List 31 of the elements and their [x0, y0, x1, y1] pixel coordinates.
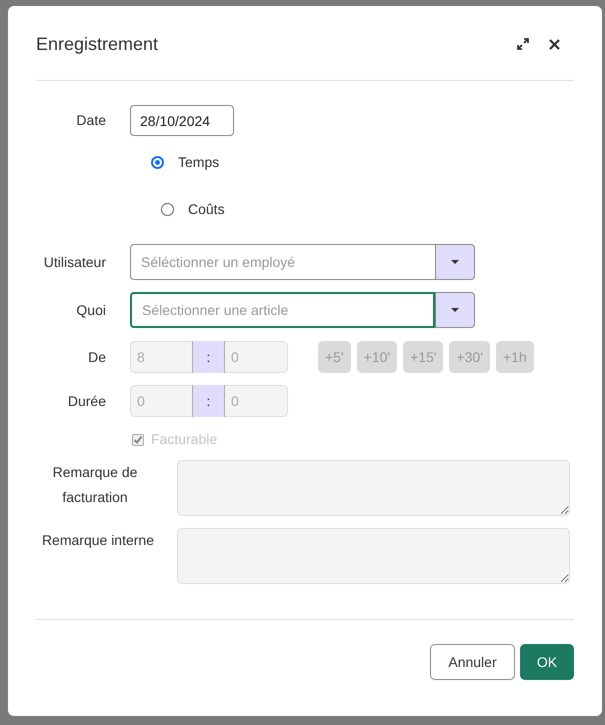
cancel-button[interactable]: Annuler	[430, 644, 515, 680]
field-label: Utilisateur	[42, 252, 106, 272]
field-label: Quoi	[75, 300, 106, 320]
increment-button[interactable]: +15'	[403, 341, 444, 373]
dropdown-button[interactable]	[435, 292, 475, 328]
field-label: De	[87, 348, 106, 366]
radio-button[interactable]	[151, 156, 164, 169]
increment-button[interactable]: +1h	[496, 341, 534, 373]
radio-label: Coûts	[188, 200, 225, 219]
field-label: Durée	[66, 392, 106, 410]
dialog-title: Enregistrement	[36, 32, 160, 56]
field-label: Remarque de facturation	[52, 463, 138, 507]
ok-button[interactable]: OK	[520, 644, 574, 680]
select-field[interactable]: Séléctionner un employé	[130, 244, 435, 280]
select-field[interactable]: Sélectionner une article	[130, 292, 435, 328]
caret-icon	[451, 308, 459, 312]
increment-button[interactable]: +5'	[318, 341, 351, 373]
radio-label: Temps	[178, 153, 220, 172]
time-separator: :	[192, 341, 225, 373]
close-icon[interactable]	[549, 38, 560, 50]
increment-button[interactable]: +10'	[356, 341, 398, 373]
dropdown-button[interactable]	[435, 244, 475, 280]
field-label: Date	[75, 111, 106, 130]
checkbox-label: Facturable	[151, 430, 218, 449]
time-separator: :	[192, 385, 225, 417]
radio-button[interactable]	[161, 203, 174, 216]
field-label: Remarque interne	[40, 531, 154, 550]
caret-icon	[451, 260, 459, 264]
expand-icon[interactable]	[517, 38, 529, 50]
date-field[interactable]: 28/10/2024	[130, 105, 234, 136]
increment-button[interactable]: +30'	[449, 341, 490, 373]
